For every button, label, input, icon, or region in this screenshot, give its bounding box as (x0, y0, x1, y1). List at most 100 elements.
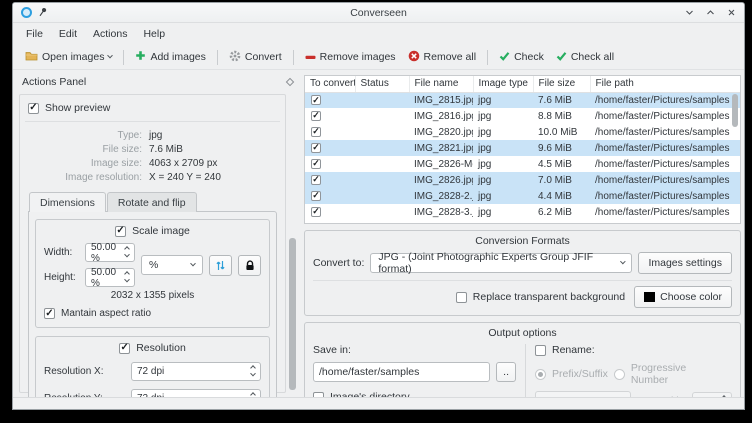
row-convert-checkbox[interactable] (311, 158, 321, 169)
check-button[interactable]: Check (493, 48, 550, 67)
column-header-image-type[interactable]: Image type (473, 76, 534, 93)
spin-down-icon[interactable] (250, 370, 256, 377)
save-in-label: Save in: (313, 344, 351, 356)
cell-name: IMG_2828-3.jpg (414, 206, 473, 218)
toolbar-separator (292, 49, 294, 65)
column-header-file-size[interactable]: File size (533, 76, 591, 93)
swap-dimensions-button[interactable] (209, 254, 232, 276)
row-convert-checkbox[interactable] (311, 95, 321, 106)
resolution-checkbox[interactable] (119, 342, 131, 354)
open-images-button[interactable]: Open images (19, 47, 118, 67)
chevron-down-icon (619, 258, 626, 265)
divider (313, 280, 732, 281)
scrollbar-thumb[interactable] (732, 94, 738, 127)
table-scrollbar[interactable] (732, 94, 738, 221)
cell-status (355, 92, 409, 108)
cell-path: /home/faster/Pictures/samples (595, 190, 730, 202)
chevron-down-icon (190, 260, 196, 267)
remove-images-button[interactable]: Remove images (299, 48, 402, 66)
replace-background-checkbox[interactable] (455, 291, 467, 303)
cell-path: /home/faster/Pictures/samples (595, 126, 730, 138)
menu-actions[interactable]: Actions (85, 25, 135, 43)
cell-size: 10.0 MiB (538, 126, 578, 138)
show-preview-checkbox[interactable] (28, 102, 39, 114)
close-button[interactable] (727, 8, 736, 17)
choose-color-button[interactable]: Choose color (634, 286, 732, 308)
cell-path: /home/faster/Pictures/samples (595, 158, 730, 170)
info-value-resolution: X = 240 Y = 240 (149, 172, 221, 183)
maintain-aspect-checkbox[interactable] (44, 308, 55, 319)
conversion-formats-group: Conversion Formats Convert to: JPG - (Jo… (304, 230, 741, 316)
save-path-input[interactable] (313, 362, 491, 382)
row-convert-checkbox[interactable] (311, 126, 321, 137)
maximize-button[interactable] (706, 8, 715, 17)
width-spinbox[interactable]: 50.00 % (85, 242, 135, 264)
table-row[interactable]: IMG_2828-2.jpg jpg 4.4 MiB/home/faster/Pic… (305, 188, 740, 204)
lock-aspect-button[interactable] (238, 254, 261, 276)
table-row[interactable]: IMG_2821.jpg jpg 9.6 MiB/home/faster/Pictu… (305, 140, 740, 156)
spin-down-icon[interactable] (124, 276, 130, 283)
lock-icon (245, 259, 254, 270)
tab-rotate-and-flip[interactable]: Rotate and flip (106, 192, 197, 212)
cell-status (355, 108, 409, 124)
scale-image-label: Scale image (132, 225, 190, 237)
info-label-resolution: Image resolution: (65, 172, 142, 183)
table-row[interactable]: IMG_2826.jpg jpg 7.0 MiB/home/faster/Pictu… (305, 172, 740, 188)
row-convert-checkbox[interactable] (311, 190, 321, 201)
cell-path: /home/faster/Pictures/samples (595, 94, 730, 106)
spin-down-icon[interactable] (124, 251, 130, 258)
menu-file[interactable]: File (18, 25, 51, 43)
table-row[interactable]: IMG_2828-3.jpg jpg 6.2 MiB/home/faster/Pic… (305, 204, 740, 220)
toolbar-separator (123, 49, 125, 65)
panel-float-icon[interactable] (285, 77, 295, 87)
scrollbar-thumb[interactable] (289, 238, 296, 390)
convert-button[interactable]: Convert (223, 47, 288, 68)
cell-name: IMG_2815.jpg (414, 94, 473, 106)
column-header-file-path[interactable]: File path (590, 76, 740, 93)
cell-name: IMG_2821.jpg (414, 142, 473, 154)
column-header-status[interactable]: Status (355, 76, 410, 93)
minimize-button[interactable] (685, 8, 694, 17)
menu-help[interactable]: Help (135, 25, 173, 43)
rename-label: Rename: (552, 344, 595, 356)
check-icon (556, 51, 567, 64)
height-spinbox[interactable]: 50.00 % (85, 267, 135, 289)
resolution-x-spinbox[interactable]: 72 dpi (131, 362, 261, 381)
remove-all-button[interactable]: Remove all (402, 47, 483, 68)
table-row[interactable]: IMG_2826-Mo... jpg 4.5 MiB/home/faster/Pic… (305, 156, 740, 172)
scale-image-group: Scale image Width: 50.00 % (35, 219, 270, 328)
cell-size: 6.2 MiB (538, 206, 572, 218)
progressive-number-radio[interactable] (613, 368, 625, 380)
table-row[interactable]: IMG_2815.jpg jpg 7.6 MiB/home/faster/Pictu… (305, 92, 740, 108)
row-convert-checkbox[interactable] (311, 174, 321, 185)
rename-checkbox[interactable] (535, 344, 546, 356)
panel-scrollbar[interactable] (289, 96, 296, 391)
info-value-imagesize: 4063 x 2709 px (149, 158, 218, 169)
cell-type: jpg (478, 174, 492, 186)
table-row[interactable]: IMG_2816.jpg jpg 8.8 MiB/home/faster/Pictu… (305, 108, 740, 124)
unit-combobox[interactable]: % (141, 255, 203, 275)
row-convert-checkbox[interactable] (311, 206, 321, 217)
add-images-button[interactable]: Add images (129, 47, 211, 67)
cell-status (355, 140, 409, 156)
check-all-button[interactable]: Check all (550, 48, 620, 67)
menu-edit[interactable]: Edit (51, 25, 85, 43)
file-table: To convert Status File name Image type F… (304, 75, 741, 224)
browse-button[interactable]: .. (496, 362, 516, 382)
scale-image-checkbox[interactable] (115, 225, 127, 237)
images-settings-button[interactable]: Images settings (638, 252, 732, 274)
cell-size: 7.6 MiB (538, 94, 572, 106)
cell-type: jpg (478, 110, 492, 122)
tab-dimensions[interactable]: Dimensions (29, 192, 106, 212)
show-preview-label: Show preview (45, 102, 111, 114)
column-header-to-convert[interactable]: To convert (305, 76, 356, 93)
row-convert-checkbox[interactable] (311, 142, 321, 153)
row-convert-checkbox[interactable] (311, 110, 321, 121)
cell-path: /home/faster/Pictures/samples (595, 206, 730, 218)
format-combobox[interactable]: JPG - (Joint Photographic Experts Group … (370, 251, 633, 275)
convert-to-label: Convert to: (313, 257, 365, 269)
column-header-file-name[interactable]: File name (409, 76, 474, 93)
prefix-suffix-radio[interactable] (535, 368, 546, 380)
statusbar (13, 397, 744, 409)
table-row[interactable]: IMG_2820.jpg jpg 10.0 MiB/home/faster/Pict… (305, 124, 740, 140)
